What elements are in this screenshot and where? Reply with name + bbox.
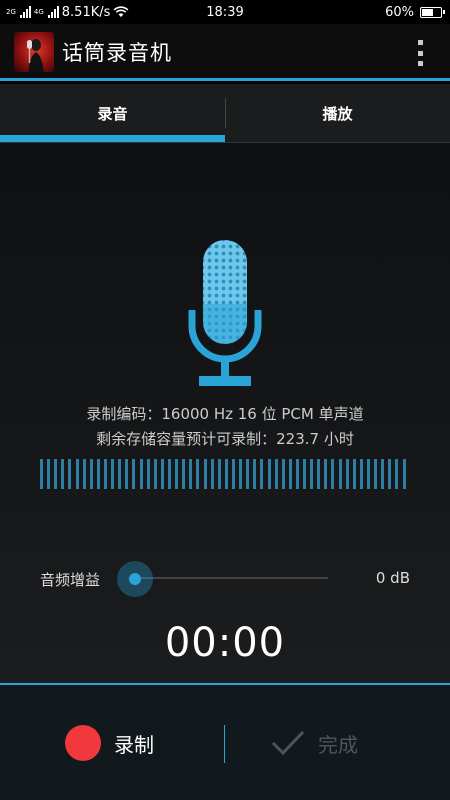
level-meter-bar [352, 459, 356, 489]
status-time-wrap: 18:39 [0, 0, 450, 24]
level-meter-bar [203, 459, 207, 489]
done-button[interactable]: 完成 [270, 713, 430, 773]
checkmark-icon [271, 730, 305, 756]
level-meter-bar [359, 459, 363, 489]
bottom-action-bar: 录制 完成 [0, 683, 450, 800]
level-meter-bar [167, 459, 171, 489]
level-meter-bar [82, 459, 86, 489]
level-meter-bar [175, 459, 179, 489]
remaining-storage-info: 剩余存储容量预计可录制：223.7 小时 [96, 430, 354, 448]
recording-codec-info: 录制编码：16000 Hz 16 位 PCM 单声道 [86, 405, 364, 423]
battery-icon [420, 6, 445, 18]
level-meter-bar [196, 459, 200, 489]
level-meter-bar [210, 459, 214, 489]
level-meter-bar [374, 459, 378, 489]
level-meter-bar [224, 459, 228, 489]
level-meter-bar [96, 459, 100, 489]
level-meter-bar [47, 459, 51, 489]
record-button[interactable]: 录制 [40, 713, 200, 773]
level-meter-bar [402, 459, 406, 489]
recording-timer: 00:00 [164, 620, 286, 666]
level-meter-bar [125, 459, 129, 489]
battery-fill [422, 8, 433, 16]
level-meter-bar [345, 459, 349, 489]
level-meter-bar [288, 459, 292, 489]
app-bar: 话筒录音机 [0, 24, 450, 81]
level-meter-bar [324, 459, 328, 489]
level-meter-bar [295, 459, 299, 489]
level-meter [40, 459, 406, 489]
level-meter-bar [310, 459, 314, 489]
record-label: 录制 [114, 732, 154, 757]
level-meter-bar [118, 459, 122, 489]
level-meter-bar [68, 459, 72, 489]
level-meter-bar [246, 459, 250, 489]
level-meter-bar [111, 459, 115, 489]
level-meter-bar [367, 459, 371, 489]
level-meter-bar [61, 459, 65, 489]
gain-label: 音频增益 [40, 571, 101, 589]
status-bar: 2G 4G 8.51K/s 18:39 60% [0, 0, 450, 24]
level-meter-bar [260, 459, 264, 489]
microphone-singer-icon [14, 32, 54, 72]
level-meter-bar [231, 459, 235, 489]
level-meter-bar [388, 459, 392, 489]
level-meter-bar [139, 459, 143, 489]
level-meter-bar [132, 459, 136, 489]
bottom-bar-divider [224, 725, 225, 763]
level-meter-bar [75, 459, 79, 489]
level-meter-bar [217, 459, 221, 489]
level-meter-bar [89, 459, 93, 489]
app-title: 话筒录音机 [62, 41, 172, 65]
level-meter-bar [160, 459, 164, 489]
battery-percent: 60% [385, 4, 414, 20]
level-meter-bar [303, 459, 307, 489]
status-right: 60% [385, 0, 445, 24]
level-meter-bar [331, 459, 335, 489]
level-meter-bar [381, 459, 385, 489]
level-meter-bar [253, 459, 257, 489]
level-meter-bar [395, 459, 399, 489]
level-meter-bar [182, 459, 186, 489]
level-meter-bar [317, 459, 321, 489]
level-meter-bar [274, 459, 278, 489]
level-meter-bar [338, 459, 342, 489]
level-meter-bar [40, 459, 43, 489]
record-dot-icon [65, 725, 101, 761]
microphone-icon [188, 240, 262, 386]
gain-slider-track[interactable] [135, 577, 328, 579]
level-meter-bar [189, 459, 193, 489]
done-label: 完成 [318, 732, 358, 757]
level-meter-bar [54, 459, 58, 489]
status-time: 18:39 [206, 4, 244, 20]
tab-playback[interactable]: 播放 [225, 84, 450, 143]
overflow-menu-icon[interactable] [416, 40, 424, 66]
level-meter-bar [281, 459, 285, 489]
level-meter-bar [146, 459, 150, 489]
gain-slider-thumb[interactable] [117, 561, 153, 597]
level-meter-bar [103, 459, 107, 489]
level-meter-bar [267, 459, 271, 489]
gain-value: 0 dB [375, 569, 410, 587]
level-meter-bar [239, 459, 243, 489]
level-meter-bar [153, 459, 157, 489]
